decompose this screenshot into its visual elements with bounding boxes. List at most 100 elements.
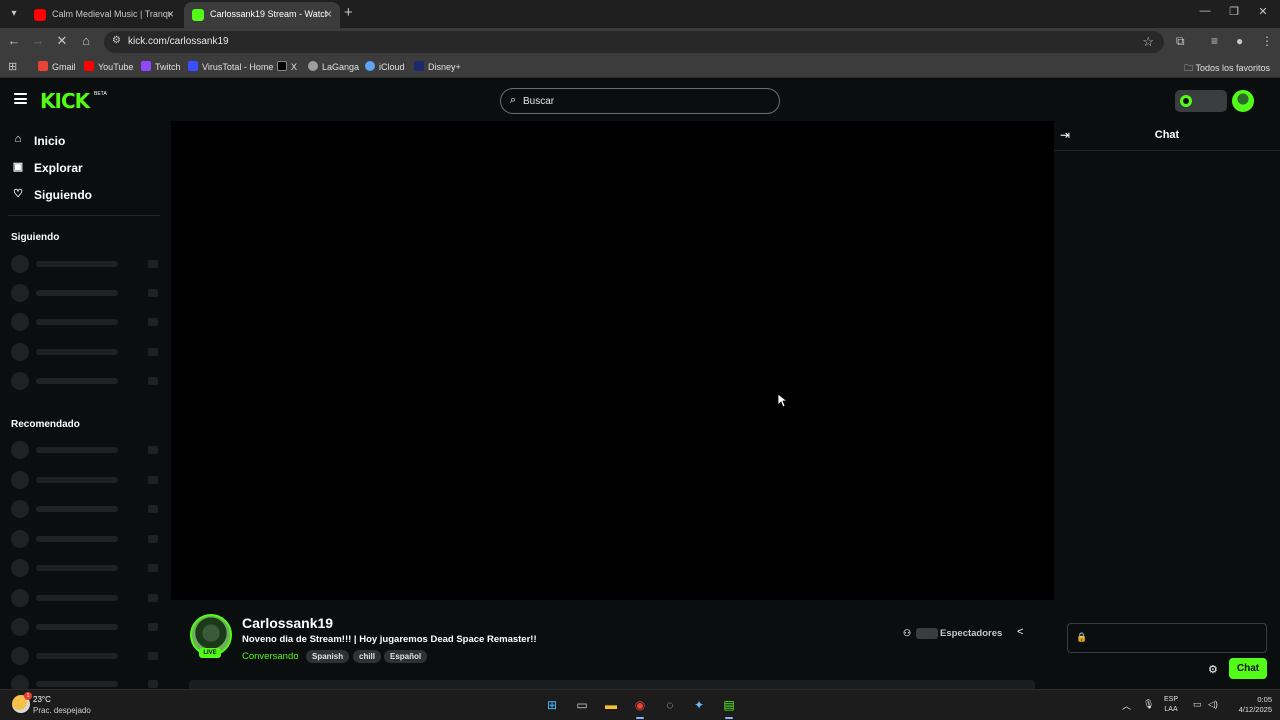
beta-label: BETA bbox=[94, 91, 107, 97]
bookmark-gmail[interactable]: Gmail bbox=[38, 61, 76, 72]
bookmark-disney[interactable]: Disney+ bbox=[414, 61, 461, 72]
channel-skeleton bbox=[11, 673, 161, 689]
tag-spanish[interactable]: Spanish bbox=[306, 650, 350, 663]
stream-category[interactable]: Conversando bbox=[242, 651, 299, 662]
bookmark-x[interactable]: X bbox=[277, 61, 297, 72]
weather-temperature: 23°C bbox=[33, 695, 51, 704]
close-window-icon[interactable]: ✕ bbox=[1254, 5, 1272, 18]
user-avatar[interactable] bbox=[1232, 90, 1254, 112]
forward-arrow-icon[interactable]: → bbox=[29, 33, 47, 48]
tag-espanol[interactable]: Español bbox=[384, 650, 428, 663]
streamer-name[interactable]: Carlossank19 bbox=[242, 615, 333, 631]
maximize-window-icon[interactable]: ❐ bbox=[1225, 5, 1243, 18]
address-bar[interactable]: ⚙ kick.com/carlossank19 ☆ bbox=[104, 31, 1164, 53]
sidebar-item-label: Explorar bbox=[34, 161, 83, 175]
file-explorer-icon[interactable]: ▬ bbox=[601, 695, 621, 715]
network-icon[interactable]: ▭ bbox=[1193, 699, 1202, 710]
steam-icon[interactable]: ✦ bbox=[689, 695, 709, 715]
tray-overflow-icon[interactable]: ︿ bbox=[1122, 699, 1131, 712]
keyboard-layout: LAA bbox=[1164, 706, 1178, 713]
channel-skeleton bbox=[11, 587, 161, 607]
back-arrow-icon[interactable]: ← bbox=[5, 33, 23, 48]
stop-loading-icon[interactable]: ✕ bbox=[53, 33, 71, 49]
all-bookmarks-label: Todos los favoritos bbox=[1195, 63, 1270, 73]
bookmark-label: X bbox=[291, 62, 298, 72]
virustotal-icon bbox=[188, 61, 198, 71]
extensions-icon[interactable]: ⧉ bbox=[1176, 34, 1185, 49]
icloud-icon bbox=[365, 61, 375, 71]
channel-skeleton bbox=[11, 498, 161, 518]
gear-icon[interactable]: ⚙ bbox=[1208, 663, 1218, 676]
kick-favicon-icon bbox=[192, 9, 204, 21]
viewer-count-skeleton bbox=[916, 628, 938, 639]
weather-description: Prac. despejado bbox=[33, 706, 91, 715]
twitch-icon bbox=[141, 61, 151, 71]
close-tab-icon[interactable]: × bbox=[167, 7, 174, 21]
sidebar-item-label: Inicio bbox=[34, 134, 66, 148]
new-tab-icon[interactable]: + bbox=[344, 4, 353, 21]
chat-send-button[interactable]: Chat bbox=[1229, 658, 1267, 679]
site-info-icon[interactable]: ⚙ bbox=[112, 35, 121, 46]
more-menu-icon[interactable]: ⋮ bbox=[1261, 34, 1273, 48]
following-section-title: Siguiendo bbox=[11, 232, 60, 243]
video-player[interactable] bbox=[171, 121, 1054, 600]
share-icon[interactable]: < bbox=[1017, 626, 1023, 638]
bookmark-youtube[interactable]: YouTube bbox=[84, 61, 133, 72]
browser-tab-medieval-music[interactable]: Calm Medieval Music | Tranquil Fo × bbox=[26, 2, 182, 28]
browser-tab-strip: ▾ Calm Medieval Music | Tranquil Fo × Ca… bbox=[0, 0, 1280, 28]
home-icon[interactable]: ⌂ bbox=[77, 33, 95, 48]
kick-logo[interactable]: KICK bbox=[40, 89, 90, 113]
channel-skeleton bbox=[11, 645, 161, 665]
bookmark-label: Disney+ bbox=[428, 62, 461, 72]
kick-app-icon[interactable]: ▤ bbox=[719, 695, 739, 719]
bookmark-twitch[interactable]: Twitch bbox=[141, 61, 181, 72]
task-view-icon[interactable]: ▭ bbox=[572, 695, 592, 715]
chat-title: Chat bbox=[1154, 129, 1180, 141]
bookmark-laganga[interactable]: LaGanga bbox=[308, 61, 359, 72]
bookmark-label: Gmail bbox=[52, 62, 76, 72]
gmail-icon bbox=[38, 61, 48, 71]
browser-tab-kick[interactable]: Carlossank19 Stream - Watch Live × bbox=[184, 2, 340, 28]
stream-info: LIVE Carlossank19 Noveno dia de Stream!!… bbox=[171, 600, 1054, 689]
input-language[interactable]: ESP LAA bbox=[1164, 695, 1178, 715]
media-control-icon[interactable]: ≡ bbox=[1211, 34, 1218, 48]
profile-icon[interactable]: ● bbox=[1236, 34, 1243, 48]
close-tab-icon[interactable]: × bbox=[325, 7, 332, 21]
browser-toolbar: ← → ✕ ⌂ ⚙ kick.com/carlossank19 ☆ ⧉ ≡ ● … bbox=[0, 28, 1280, 56]
channel-skeleton bbox=[11, 341, 161, 361]
chat-header: ⇥ Chat bbox=[1054, 121, 1280, 151]
kick-wallet-toggle[interactable] bbox=[1175, 90, 1227, 112]
chat-panel: ⇥ Chat 🔒 ⚙ Chat bbox=[1054, 121, 1280, 689]
hamburger-menu-icon[interactable] bbox=[14, 93, 27, 104]
bookmark-icloud[interactable]: iCloud bbox=[365, 61, 405, 72]
kick-top-nav: KICK BETA ⌕ bbox=[0, 79, 1280, 123]
all-bookmarks-folder[interactable]: 🗀 Todos los favoritos bbox=[1184, 61, 1270, 77]
bookmark-star-icon[interactable]: ☆ bbox=[1142, 34, 1154, 50]
search-box[interactable]: ⌕ bbox=[500, 88, 780, 114]
channel-skeleton bbox=[11, 439, 161, 459]
clock-date: 4/12/2025 bbox=[1238, 705, 1272, 714]
chrome-icon[interactable]: ◉ bbox=[630, 695, 650, 719]
live-badge: LIVE bbox=[199, 648, 221, 658]
bookmark-label: Twitch bbox=[155, 62, 181, 72]
language-code: ESP bbox=[1164, 696, 1179, 703]
app-icon[interactable]: ◌ bbox=[660, 695, 680, 715]
channel-skeleton bbox=[11, 557, 161, 577]
channel-skeleton bbox=[11, 282, 161, 302]
tab-search-button[interactable]: ▾ bbox=[4, 5, 24, 23]
folder-icon: 🗀 bbox=[1184, 63, 1196, 73]
stream-info-strip bbox=[189, 680, 1035, 689]
search-input[interactable] bbox=[523, 93, 763, 109]
windows-start-icon[interactable]: ⊞ bbox=[542, 695, 562, 715]
bookmark-virustotal[interactable]: VirusTotal - Home bbox=[188, 61, 273, 72]
apps-grid-icon[interactable]: ⊞ bbox=[8, 60, 17, 73]
lock-icon: 🔒 bbox=[1076, 632, 1088, 642]
minimize-window-icon[interactable]: — bbox=[1196, 5, 1214, 17]
bookmarks-bar: ⊞ Gmail YouTube Twitch VirusTotal - Home… bbox=[0, 56, 1280, 78]
tag-chill[interactable]: chill bbox=[353, 650, 382, 663]
channel-skeleton bbox=[11, 370, 161, 390]
volume-icon[interactable]: ◁) bbox=[1208, 699, 1218, 710]
system-clock[interactable]: 0:05 4/12/2025 bbox=[1226, 695, 1272, 715]
microphone-icon[interactable]: 🎙 bbox=[1143, 699, 1154, 710]
chat-input[interactable]: 🔒 bbox=[1067, 623, 1267, 653]
